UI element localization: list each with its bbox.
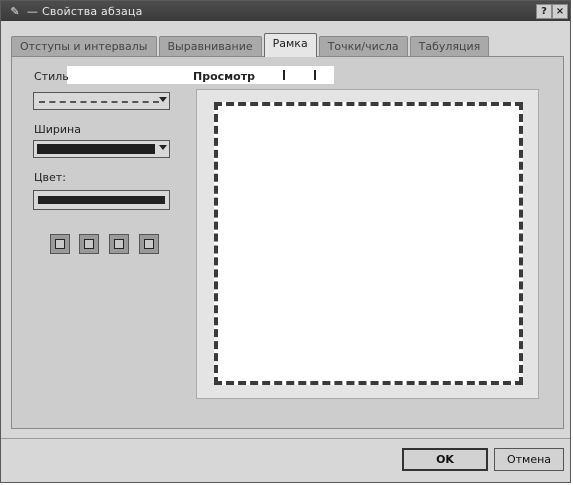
close-button[interactable]: × [552,4,568,19]
tab-bullets-numbering[interactable]: Точки/числа [318,36,408,56]
color-label: Цвет: [34,171,66,184]
border-none-icon [144,239,154,249]
chevron-down-icon [159,145,167,150]
border-all-button[interactable] [50,234,70,254]
border-shadow-icon [114,239,124,249]
title-separator: — [27,4,38,18]
help-button[interactable]: ? [536,4,552,19]
border-outside-icon [84,239,94,249]
tab-alignment[interactable]: Выравнивание [158,36,262,56]
ok-button[interactable]: OK [402,448,488,471]
border-style-select[interactable] [33,92,170,110]
app-icon: ✎ [10,4,20,18]
preview-page [214,102,523,385]
border-color-button[interactable] [33,190,170,210]
preview-label: Просмотр [193,70,255,83]
tab-bar: Отступы и интервалы Выравнивание Рамка Т… [11,33,491,57]
border-width-select[interactable] [33,140,170,158]
preview-tick-mark [314,70,316,80]
border-all-icon [55,239,65,249]
border-none-button[interactable] [139,234,159,254]
border-outside-button[interactable] [79,234,99,254]
border-shadow-button[interactable] [109,234,129,254]
paragraph-properties-dialog: ✎ — Свойства абзаца ? × Отступы и интерв… [0,0,571,483]
tab-indents-spacing[interactable]: Отступы и интервалы [11,36,157,56]
width-label: Ширина [34,123,81,136]
cancel-button[interactable]: Отмена [494,448,564,471]
button-separator [1,438,570,439]
chevron-down-icon [159,97,167,102]
style-dashed-sample [39,101,159,103]
tab-tabulation[interactable]: Табуляция [409,36,490,56]
width-sample [37,144,155,154]
window-title: Свойства абзаца [42,4,143,18]
preview-tick-mark [283,70,285,80]
color-swatch [38,196,165,204]
style-label: Стиль [34,70,69,83]
title-bar: ✎ — Свойства абзаца ? × [1,1,570,21]
tab-border[interactable]: Рамка [263,33,317,57]
